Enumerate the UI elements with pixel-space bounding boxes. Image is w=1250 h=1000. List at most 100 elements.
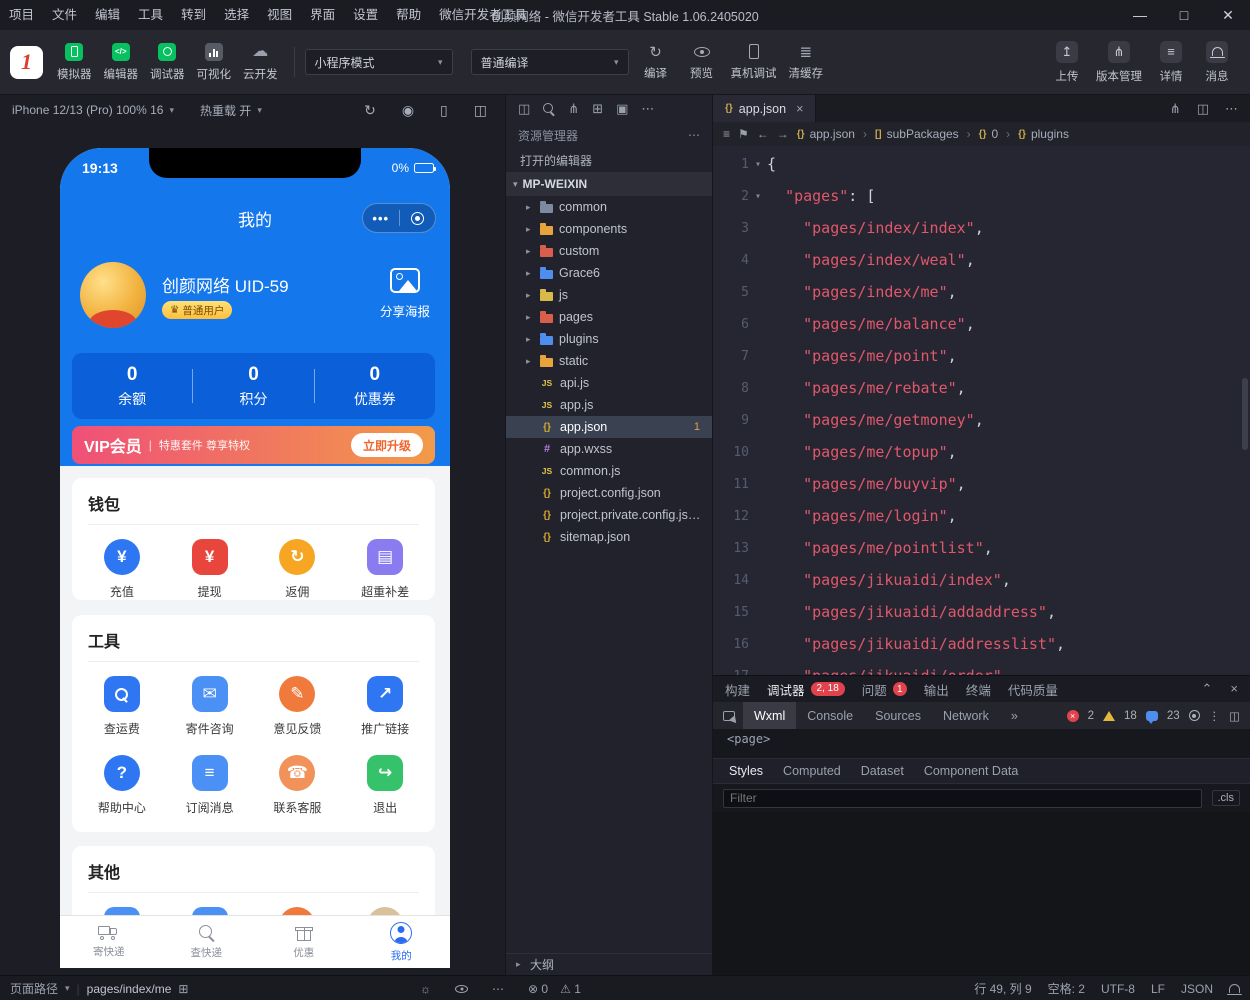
- page-path-control[interactable]: 页面路径 ▾ | pages/index/me ⊞: [10, 976, 188, 1000]
- menu-help[interactable]: 帮助: [387, 0, 430, 30]
- record-icon[interactable]: ◉: [402, 102, 414, 119]
- menu-settings[interactable]: 设置: [344, 0, 387, 30]
- share-poster-button[interactable]: 分享海报: [380, 268, 430, 320]
- tab-computed[interactable]: Computed: [773, 758, 851, 784]
- breadcrumb-item[interactable]: {}app.json: [797, 127, 855, 141]
- help-center-item[interactable]: ? 帮助中心: [78, 755, 166, 816]
- capsule-button[interactable]: •••: [362, 203, 436, 233]
- tree-item-project-private-config[interactable]: {}project.private.config.js…: [506, 504, 712, 526]
- split-icon[interactable]: ⊞: [592, 101, 603, 117]
- tab-terminal[interactable]: 终端: [966, 680, 991, 699]
- tab-problems[interactable]: 问题1: [862, 680, 907, 699]
- branch-icon[interactable]: ⋔: [568, 101, 579, 117]
- list-icon[interactable]: ≡: [723, 127, 730, 141]
- breadcrumb-item[interactable]: []subPackages: [875, 127, 959, 141]
- more-icon[interactable]: ⋯: [492, 982, 504, 996]
- visualize-button[interactable]: 可视化: [191, 34, 238, 90]
- upgrade-button[interactable]: 立即升级: [351, 433, 423, 457]
- cloud-dev-button[interactable]: ☁ 云开发: [237, 34, 284, 90]
- tab-send-express[interactable]: 寄快递: [60, 916, 158, 968]
- close-button[interactable]: ✕: [1206, 0, 1250, 30]
- tree-item-pages[interactable]: ▸pages: [506, 306, 712, 328]
- indent-setting[interactable]: 空格: 2: [1048, 980, 1085, 997]
- tree-item-custom[interactable]: ▸custom: [506, 240, 712, 262]
- search-icon[interactable]: [543, 103, 555, 115]
- tree-item-app-js[interactable]: JSapp.js: [506, 394, 712, 416]
- tab-app-json[interactable]: {} app.json ×: [713, 95, 816, 122]
- rebate-item[interactable]: ↻ 返佣: [254, 539, 342, 600]
- files-icon[interactable]: ◫: [518, 101, 530, 117]
- menu-project[interactable]: 项目: [0, 0, 43, 30]
- outline-section[interactable]: ▸ 大纲: [506, 953, 712, 975]
- wxml-element-tree[interactable]: <page>: [713, 729, 1250, 758]
- avatar[interactable]: [80, 262, 146, 328]
- forward-icon[interactable]: →: [777, 127, 789, 141]
- open-editors-section[interactable]: 打开的编辑器: [506, 148, 712, 172]
- tree-item-js[interactable]: ▸js: [506, 284, 712, 306]
- gear-icon[interactable]: [1189, 710, 1200, 721]
- recharge-item[interactable]: ¥ 充值: [78, 539, 166, 600]
- back-icon[interactable]: ←: [757, 127, 769, 141]
- cls-button[interactable]: .cls: [1212, 790, 1241, 806]
- editor-button[interactable]: </> 编辑器: [98, 34, 145, 90]
- menu-goto[interactable]: 转到: [172, 0, 215, 30]
- tab-styles[interactable]: Styles: [719, 758, 773, 784]
- close-tab-icon[interactable]: ×: [796, 102, 803, 116]
- bell-icon[interactable]: [1229, 984, 1240, 993]
- compile-mode-select[interactable]: 普通编译 ▾: [471, 49, 629, 75]
- error-count[interactable]: 2: [1088, 710, 1094, 722]
- bookmark-icon[interactable]: ⚑: [738, 127, 749, 141]
- customer-service-item[interactable]: ☎ 联系客服: [254, 755, 342, 816]
- cursor-position[interactable]: 行 49, 列 9: [974, 980, 1031, 997]
- refresh-icon[interactable]: ↻: [364, 102, 376, 119]
- split-editor-icon[interactable]: ◫: [1197, 101, 1209, 117]
- minimize-button[interactable]: —: [1118, 0, 1162, 30]
- compile-button[interactable]: ↻ 编译: [633, 34, 679, 90]
- code-editor[interactable]: 1▾{ 2▾ "pages": [ 3 "pages/index/index",…: [713, 146, 1250, 675]
- freight-query-item[interactable]: 查运费: [78, 676, 166, 737]
- feedback-item[interactable]: ✎ 意见反馈: [254, 676, 342, 737]
- more-icon[interactable]: ⋯: [688, 128, 700, 142]
- preview-button[interactable]: 预览: [679, 34, 725, 90]
- mode-select[interactable]: 小程序模式 ▾: [305, 49, 453, 75]
- menu-file[interactable]: 文件: [43, 0, 86, 30]
- copy-icon[interactable]: ⊞: [178, 982, 188, 996]
- info-count[interactable]: 23: [1167, 710, 1180, 722]
- warning-count[interactable]: 18: [1124, 710, 1137, 722]
- tab-build[interactable]: 构建: [725, 680, 750, 699]
- remote-debug-button[interactable]: 真机调试: [725, 34, 783, 90]
- more-icon[interactable]: •••: [363, 211, 399, 226]
- multi-window-icon[interactable]: ◫: [474, 102, 487, 119]
- more-tabs-icon[interactable]: »: [1000, 702, 1029, 729]
- more-icon[interactable]: ⋯: [641, 101, 654, 117]
- rotate-device-icon[interactable]: ▯: [440, 102, 448, 119]
- simulator-button[interactable]: 模拟器: [51, 34, 98, 90]
- menu-select[interactable]: 选择: [215, 0, 258, 30]
- menu-edit[interactable]: 编辑: [86, 0, 129, 30]
- eye-icon[interactable]: [455, 985, 468, 993]
- tab-debugger[interactable]: 调试器2, 18: [767, 680, 845, 699]
- upload-button[interactable]: ↥ 上传: [1044, 34, 1090, 90]
- tree-item-plugins[interactable]: ▸plugins: [506, 328, 712, 350]
- tree-item-common-js[interactable]: JScommon.js: [506, 460, 712, 482]
- menu-tools[interactable]: 工具: [129, 0, 172, 30]
- tree-item-sitemap[interactable]: {}sitemap.json: [506, 526, 712, 548]
- maximize-button[interactable]: □: [1162, 0, 1206, 30]
- withdraw-item[interactable]: ¥ 提现: [166, 539, 254, 600]
- filter-input[interactable]: [723, 789, 1202, 808]
- tab-sources[interactable]: Sources: [864, 702, 932, 729]
- tab-network[interactable]: Network: [932, 702, 1000, 729]
- points-stat[interactable]: 0 积分: [193, 364, 313, 409]
- eol-setting[interactable]: LF: [1151, 982, 1165, 996]
- fold-icon[interactable]: ▾: [749, 191, 767, 202]
- tab-console[interactable]: Console: [796, 702, 864, 729]
- more-icon[interactable]: ⋯: [1225, 101, 1238, 117]
- close-panel-icon[interactable]: ×: [1230, 681, 1238, 697]
- tab-component-data[interactable]: Component Data: [914, 758, 1029, 784]
- close-minimize-icon[interactable]: [400, 212, 436, 225]
- tree-item-app-json[interactable]: {}app.json1: [506, 416, 712, 438]
- tree-item-app-wxss[interactable]: #app.wxss: [506, 438, 712, 460]
- tree-item-api-js[interactable]: JSapi.js: [506, 372, 712, 394]
- menu-interface[interactable]: 界面: [301, 0, 344, 30]
- collapse-panel-icon[interactable]: ⌃: [1202, 681, 1213, 697]
